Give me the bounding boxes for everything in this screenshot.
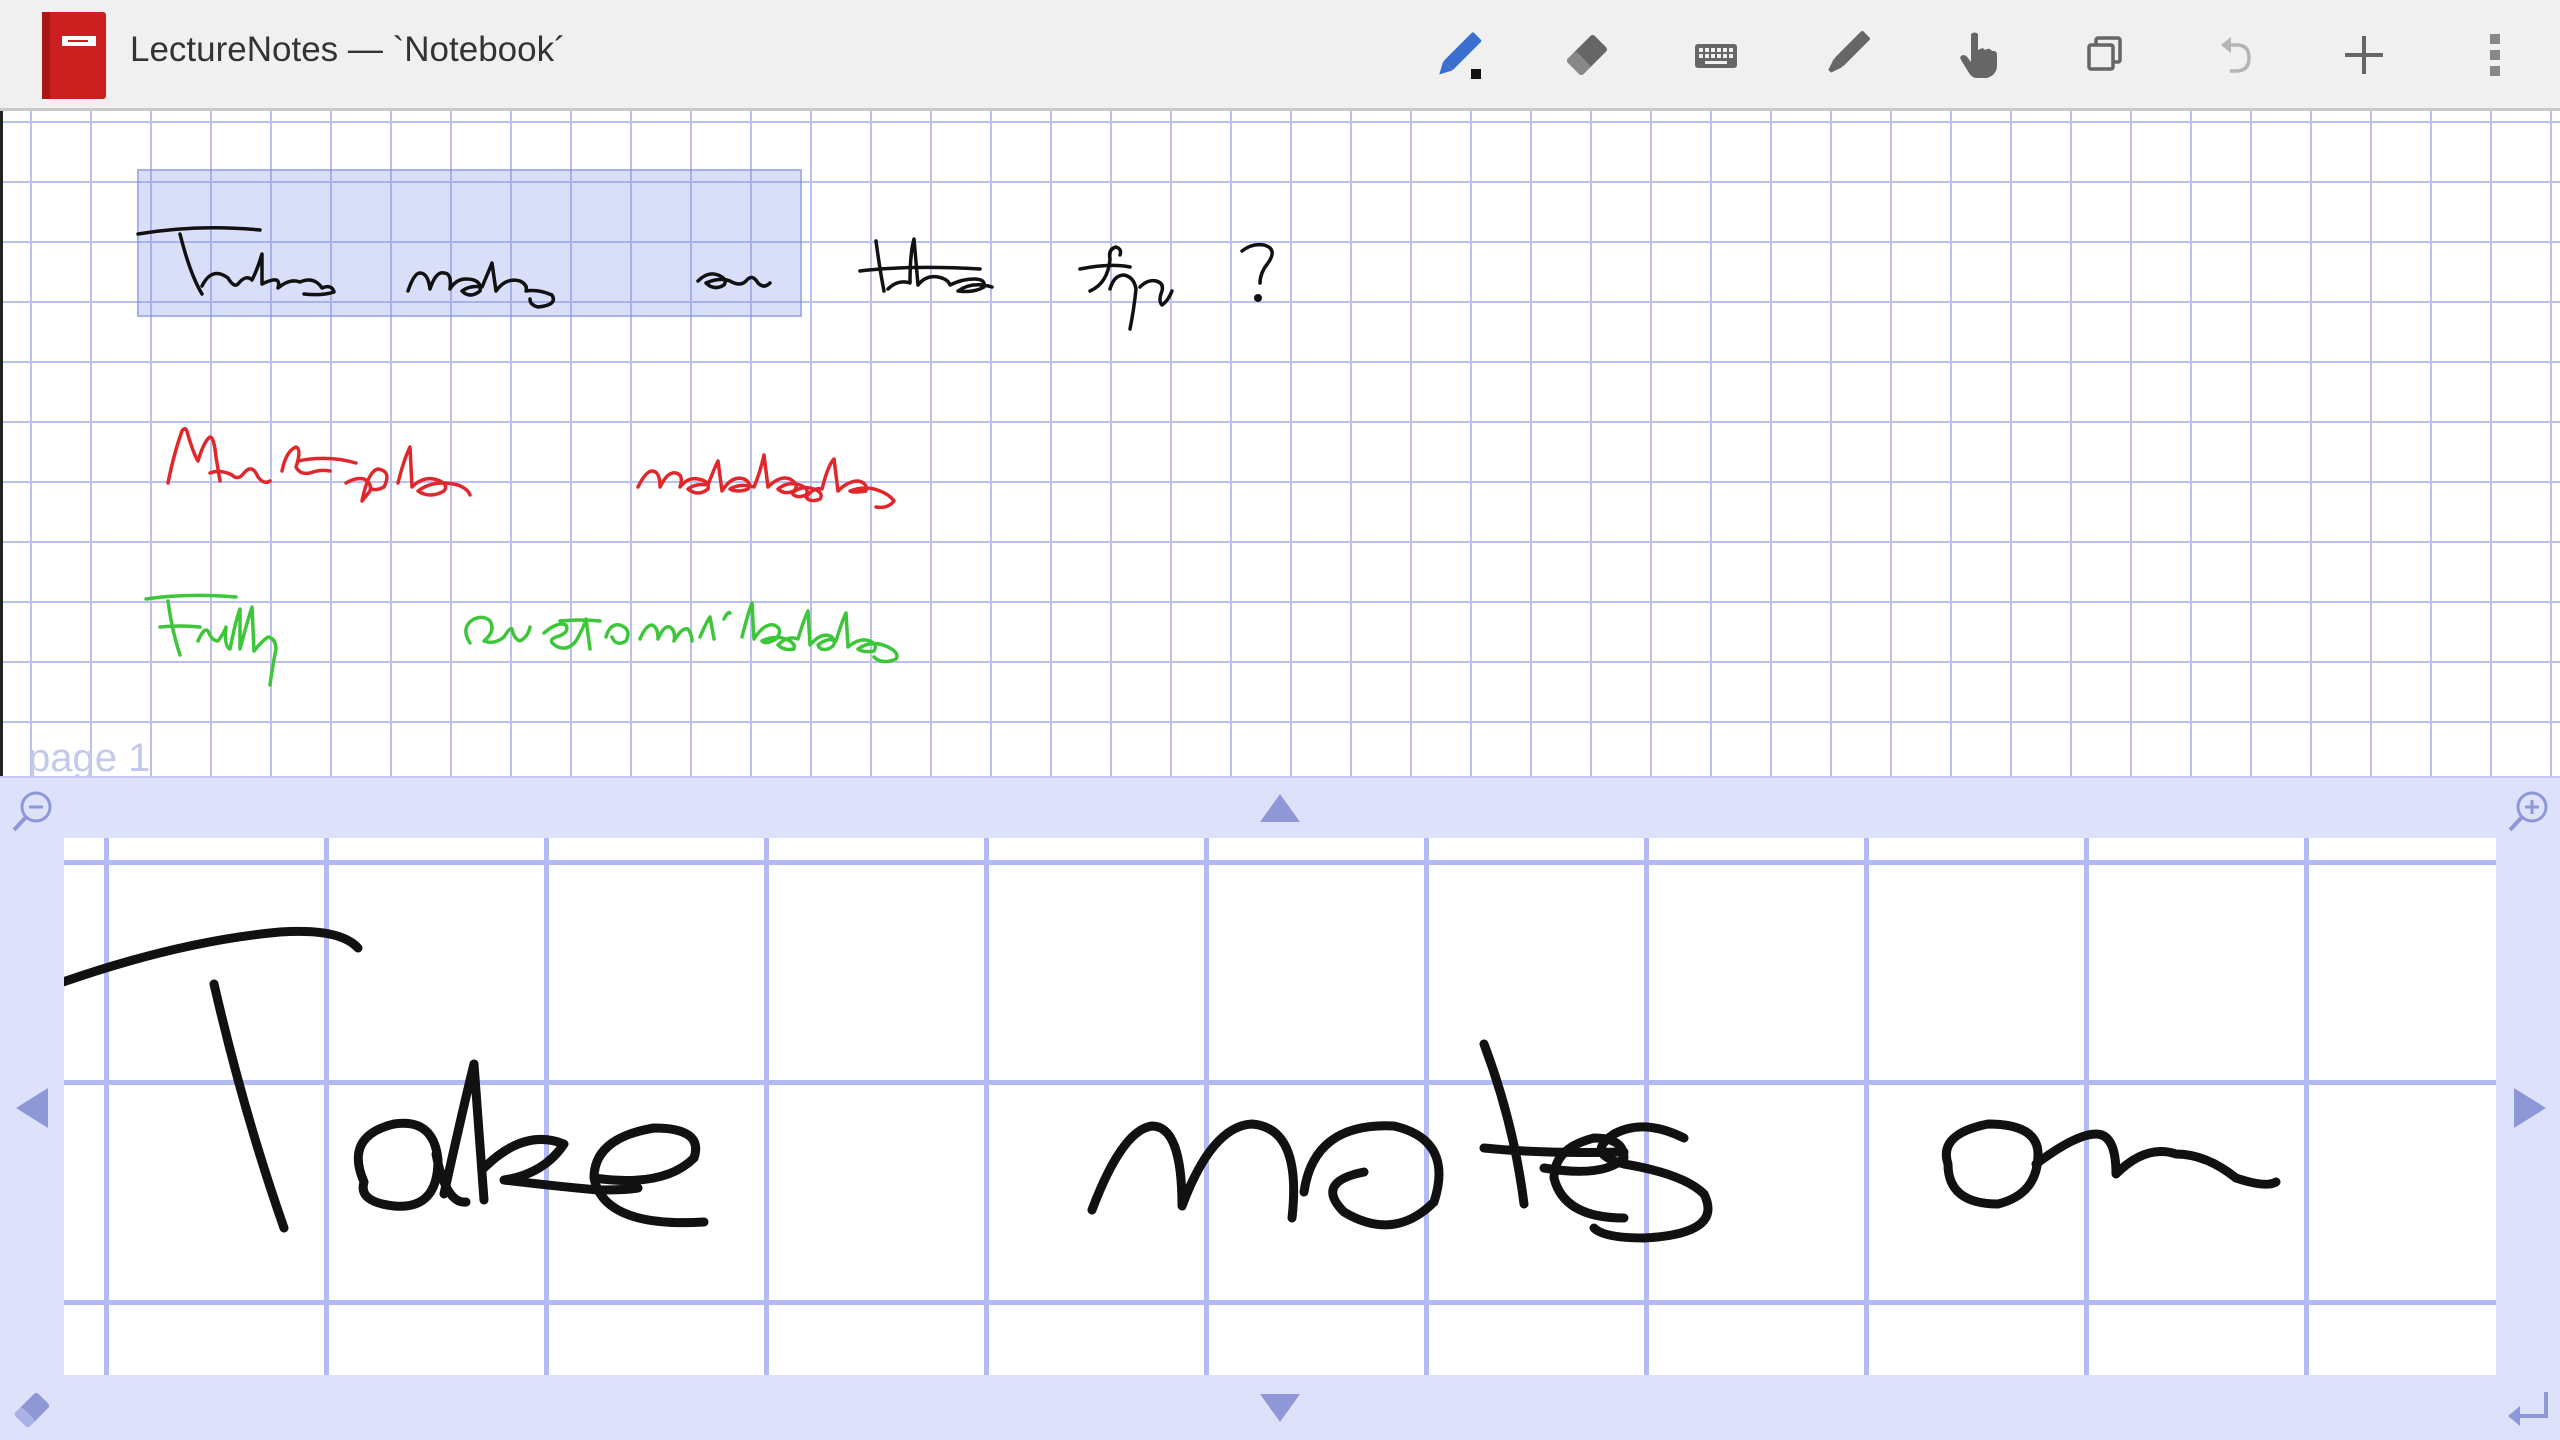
page-label: page 1 (28, 736, 151, 776)
keyboard-icon[interactable] (1675, 14, 1757, 96)
marker-icon[interactable] (1805, 14, 1887, 96)
arrow-down-icon[interactable] (1256, 1390, 1304, 1426)
hand-pointer-icon[interactable] (1935, 14, 2017, 96)
undo-icon[interactable] (2193, 14, 2275, 96)
handwriting-input-canvas[interactable] (64, 838, 2496, 1375)
handwriting-line-2 (166, 427, 896, 510)
copy-icon[interactable] (2064, 14, 2146, 96)
eraser-icon[interactable] (6, 1384, 58, 1436)
eraser-icon[interactable] (1546, 14, 1628, 96)
handwriting-strokes (136, 226, 1274, 687)
arrow-up-icon[interactable] (1256, 790, 1304, 826)
zoom-in-icon[interactable] (2504, 786, 2554, 836)
handwriting-line-3 (144, 593, 899, 687)
more-vertical-icon[interactable] (2454, 14, 2536, 96)
arrow-right-icon[interactable] (2510, 1084, 2550, 1132)
action-bar: LectureNotes — `Notebook´ (0, 0, 2560, 111)
notebook-app-icon[interactable] (38, 10, 108, 101)
return-icon[interactable] (2500, 1384, 2556, 1436)
arrow-left-icon[interactable] (12, 1084, 52, 1132)
notebook-page[interactable]: page 1 (0, 111, 2560, 776)
handwriting-line-1 (136, 226, 1274, 331)
pen-icon[interactable] (1417, 14, 1499, 96)
plus-icon[interactable] (2323, 14, 2405, 96)
input-handwriting-strokes (64, 926, 2281, 1243)
handwriting-input-panel (0, 776, 2560, 1440)
zoom-out-icon[interactable] (8, 786, 58, 836)
app-title: LectureNotes — `Notebook´ (130, 30, 566, 69)
